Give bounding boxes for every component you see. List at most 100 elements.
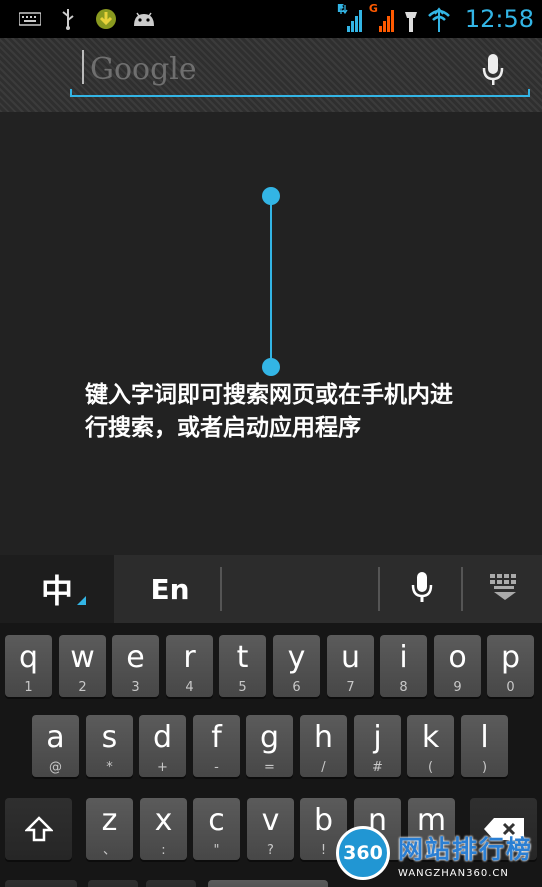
space-key[interactable] (208, 880, 328, 887)
key-label: s (101, 720, 118, 755)
content-area: 键入字词即可搜索网页或在手机内进行搜索，或者启动应用程序 (0, 112, 542, 555)
key-label: g (259, 720, 280, 755)
key-g[interactable]: g = (246, 715, 293, 777)
key-label: f (211, 720, 222, 755)
divider (378, 567, 380, 611)
key-x[interactable]: x: (140, 798, 187, 860)
key-e[interactable]: e3 (112, 635, 159, 697)
key-a[interactable]: a @ (32, 715, 79, 777)
guide-line (270, 196, 272, 367)
key-w[interactable]: w2 (59, 635, 106, 697)
watermark-logo: 360 网站排行榜 WANGZHAN360.CN (330, 822, 542, 887)
key-sublabel: = (264, 760, 275, 775)
divider (461, 567, 463, 611)
key-v[interactable]: v? (247, 798, 294, 860)
hide-keyboard-button[interactable] (468, 555, 542, 623)
english-mode-button[interactable]: En (120, 555, 220, 623)
key-sublabel: / (321, 760, 326, 775)
mic-icon (409, 570, 435, 608)
key-s[interactable]: s * (86, 715, 133, 777)
emoji-key[interactable] (146, 880, 196, 887)
search-input[interactable]: Google (90, 52, 197, 87)
key-t[interactable]: t5 (219, 635, 266, 697)
key-p[interactable]: p0 (487, 635, 534, 697)
shift-icon (23, 816, 55, 846)
charging-icon (403, 4, 419, 34)
key-label: l (480, 720, 489, 755)
key-sublabel: + (157, 760, 168, 775)
key-label: q (18, 640, 39, 675)
voice-input-button[interactable] (386, 555, 458, 623)
key-label: r (183, 640, 196, 675)
key-sublabel: 9 (453, 680, 462, 695)
mode-indicator-icon (77, 596, 86, 605)
key-o[interactable]: o9 (434, 635, 481, 697)
key-label: v (261, 803, 280, 838)
key-label: t (236, 640, 249, 675)
key-label: k (421, 720, 440, 755)
key-sublabel: " (213, 843, 220, 858)
symbol-key[interactable] (5, 880, 77, 887)
key-sublabel: ( (427, 760, 434, 775)
signal-e-icon: E (337, 2, 363, 34)
key-sublabel: 0 (506, 680, 515, 695)
usb-icon (56, 8, 80, 30)
key-sublabel: 1 (24, 680, 33, 695)
search-bar: Google (0, 38, 542, 112)
key-sublabel: 8 (399, 680, 408, 695)
key-sublabel: - (214, 760, 219, 775)
mic-icon[interactable] (478, 52, 508, 88)
text-cursor (82, 50, 84, 84)
guide-dot-top (262, 187, 280, 205)
key-j[interactable]: j # (354, 715, 401, 777)
key-label: d (152, 720, 173, 755)
key-label: a (46, 720, 65, 755)
key-sublabel: ) (481, 760, 488, 775)
key-y[interactable]: y6 (273, 635, 320, 697)
key-i[interactable]: i8 (380, 635, 427, 697)
clock: 12:58 (464, 5, 534, 33)
guide-dot-bottom (262, 358, 280, 376)
key-sublabel: 3 (131, 680, 140, 695)
key-k[interactable]: k( (407, 715, 454, 777)
key-d[interactable]: d + (139, 715, 186, 777)
key-sublabel: 4 (185, 680, 194, 695)
divider (220, 567, 222, 611)
key-l[interactable]: l) (461, 715, 508, 777)
gps-icon (425, 4, 453, 34)
key-label: p (500, 640, 521, 675)
key-z[interactable]: z、 (86, 798, 133, 860)
key-f[interactable]: f- (193, 715, 240, 777)
status-bar: E G 12:58 (0, 0, 542, 38)
key-label: u (340, 640, 360, 675)
key-c[interactable]: c " (193, 798, 240, 860)
key-label: z (101, 803, 118, 838)
key-sublabel: # (372, 760, 383, 775)
key-sublabel: 2 (78, 680, 87, 695)
key-sublabel: ? (267, 843, 274, 858)
key-label: i (399, 640, 408, 675)
key-label: e (126, 640, 145, 675)
key-sublabel: 6 (292, 680, 301, 695)
signal-g-icon: G (369, 2, 397, 34)
key-q[interactable]: q1 (5, 635, 52, 697)
shift-key[interactable] (5, 798, 72, 860)
comma-key[interactable] (88, 880, 138, 887)
search-underline (70, 89, 530, 97)
key-r[interactable]: r4 (166, 635, 213, 697)
key-sublabel: 、 (102, 843, 116, 858)
key-label: j (373, 720, 382, 755)
android-icon (132, 8, 156, 30)
key-u[interactable]: u7 (327, 635, 374, 697)
key-label: c (208, 803, 225, 838)
candidate-bar: 中 En (0, 555, 542, 623)
key-label: y (287, 640, 306, 675)
key-label: o (448, 640, 467, 675)
key-label: w (70, 640, 95, 675)
key-sublabel: : (161, 843, 166, 858)
download-icon (94, 8, 118, 30)
key-h[interactable]: h / (300, 715, 347, 777)
chinese-mode-button[interactable]: 中 (0, 555, 114, 623)
keyboard-icon (18, 8, 42, 30)
key-sublabel: 5 (238, 680, 247, 695)
